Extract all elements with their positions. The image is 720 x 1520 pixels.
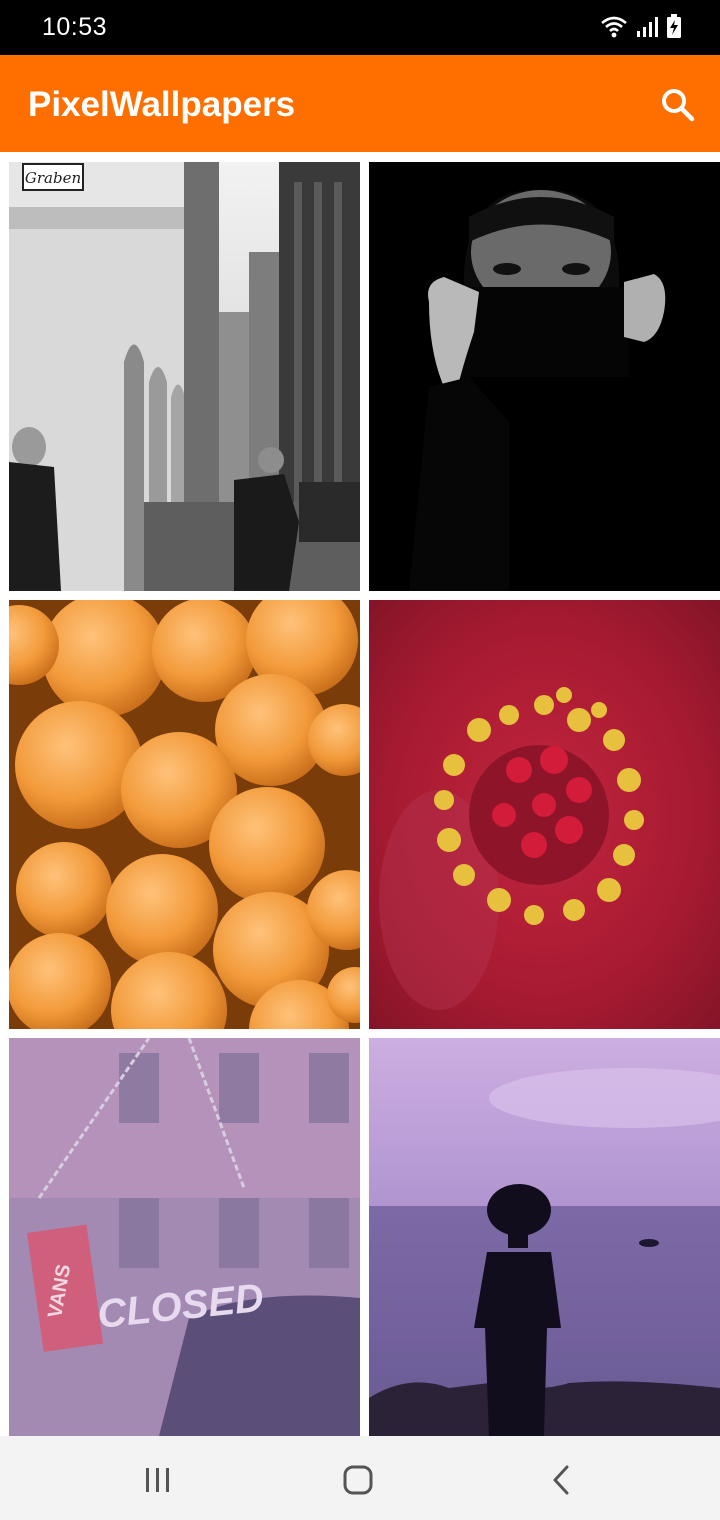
- wallpaper-tile-oranges[interactable]: [9, 600, 360, 1029]
- street-photo: Graben: [9, 162, 360, 591]
- shop-sign-photo: VANS CLOSED: [9, 1038, 360, 1436]
- sea-silhouette-photo: [369, 1038, 720, 1436]
- wallpaper-tile-sea[interactable]: [369, 1038, 720, 1436]
- wallpaper-tile-flower[interactable]: [369, 600, 720, 1029]
- search-button[interactable]: [658, 85, 698, 125]
- wallpaper-tile-portrait[interactable]: [369, 162, 720, 591]
- flower-photo: [369, 600, 720, 1029]
- wifi-icon: [601, 16, 627, 38]
- portrait-photo: [369, 162, 720, 591]
- wallpaper-grid: Graben VANS CLOSED: [0, 152, 720, 1436]
- status-bar: 10:53: [0, 0, 720, 55]
- app-bar: PixelWallpapers: [0, 55, 720, 152]
- status-icons: [600, 14, 682, 38]
- street-sign-text: Graben: [25, 169, 81, 187]
- back-icon: [553, 1465, 569, 1495]
- wallpaper-tile-street[interactable]: Graben: [9, 162, 360, 591]
- wallpaper-tile-closed-sign[interactable]: VANS CLOSED: [9, 1038, 360, 1436]
- home-icon: [343, 1465, 373, 1495]
- app-title: PixelWallpapers: [28, 85, 296, 124]
- recents-icon: [146, 1468, 169, 1492]
- back-button[interactable]: [541, 1460, 581, 1500]
- navigation-bar: [0, 1436, 720, 1520]
- home-button[interactable]: [338, 1460, 378, 1500]
- signal-icon: [637, 17, 658, 37]
- oranges-photo: [9, 600, 360, 1029]
- search-icon: [662, 89, 695, 122]
- recents-button[interactable]: [138, 1460, 178, 1500]
- status-time: 10:53: [42, 13, 108, 41]
- battery-charging-icon: [667, 14, 681, 38]
